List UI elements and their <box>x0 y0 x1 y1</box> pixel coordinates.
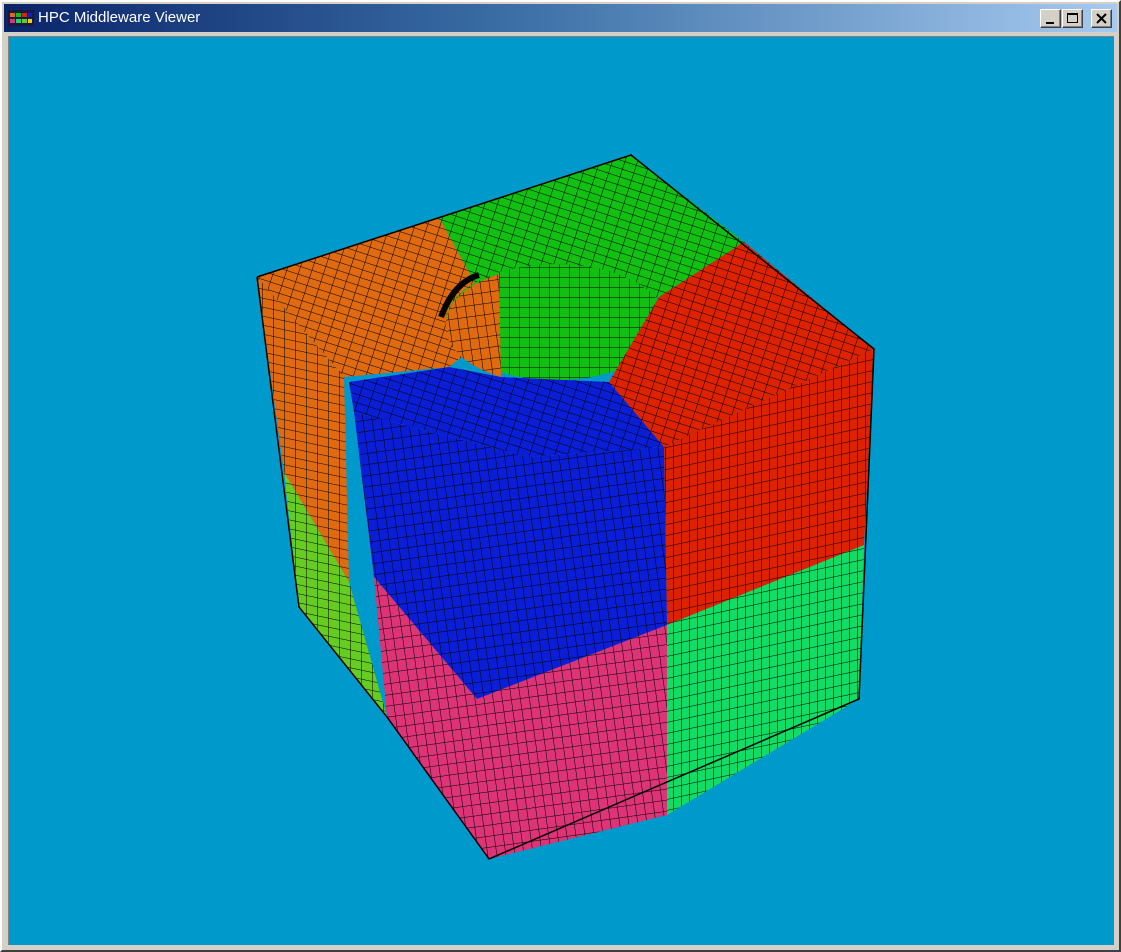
viewer-window: HPC Middleware Viewer <box>0 0 1121 952</box>
maximize-icon <box>1067 13 1078 23</box>
maximize-button[interactable] <box>1062 9 1083 28</box>
app-icon[interactable] <box>8 10 34 26</box>
close-icon <box>1096 13 1107 24</box>
title-bar[interactable]: HPC Middleware Viewer <box>4 4 1117 32</box>
window-title: HPC Middleware Viewer <box>38 9 201 26</box>
mesh-scene[interactable] <box>9 37 1114 945</box>
minimize-button[interactable] <box>1040 9 1061 28</box>
minimize-icon <box>1046 22 1054 24</box>
close-button[interactable] <box>1091 9 1112 28</box>
render-viewport[interactable] <box>8 36 1114 945</box>
